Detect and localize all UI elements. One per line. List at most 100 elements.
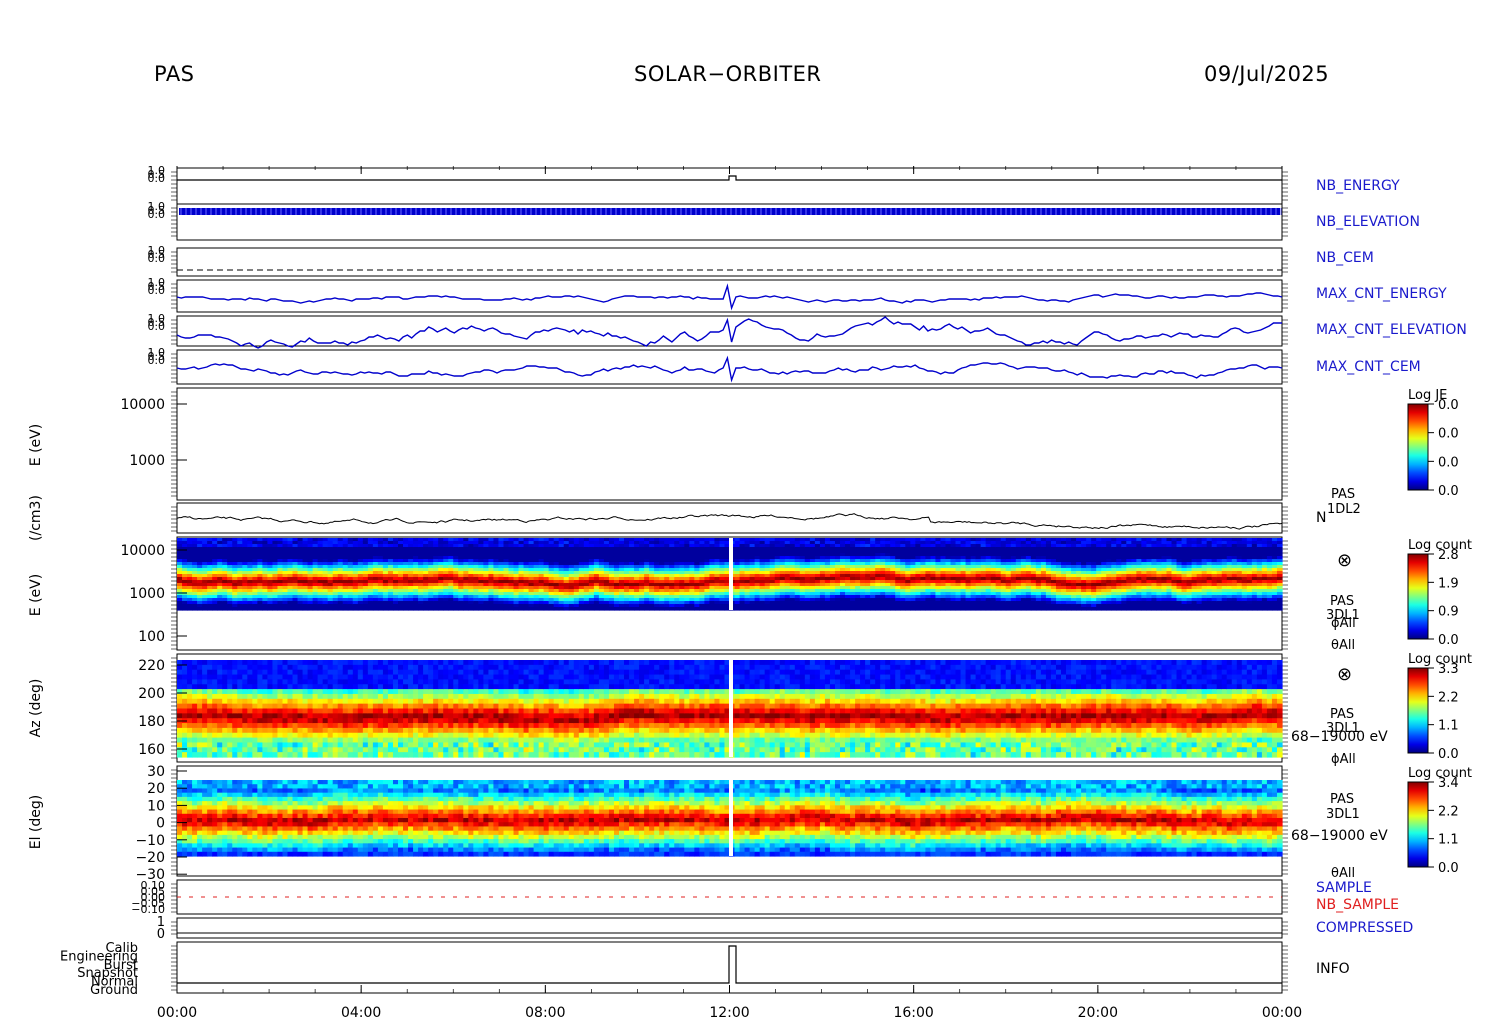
heatmap-3dl1-energy-cell [865,607,871,611]
heatmap-3dl1-energy-cell [377,607,384,611]
heatmap-3dl1-energy-cell [347,607,354,611]
heatmap-3dl1-energy-cell [744,607,751,611]
heatmap-3dl1-energy-cell [875,607,881,611]
heatmap-3dl1-energy-cell [307,607,314,611]
heatmap-3dl1-energy-cell [764,607,771,611]
heatmap-3dl1-energy-cell [272,607,279,611]
heatmap-3dl1-energy-cell [423,607,429,611]
heatmap-3dl1-energy-cell [247,607,253,611]
heatmap-3dl1-energy-cell [478,607,484,611]
x-tick-label: 00:00 [157,1005,197,1020]
summary-plot: 00:00 04:00 08:00 12:00 16:00 20:00 00:00 NB_EN… [28,164,1472,1020]
colorbar-1dl2 [1407,403,1429,491]
heatmap-3dl1-energy-cell [1000,607,1007,611]
heatmap-3dl1-energy-cell [533,607,540,611]
heatmap-3dl1-energy-cell [1025,607,1032,611]
status-y-label: 0.0 [148,284,166,297]
heatmap-3dl1-energy-cell [985,607,992,611]
heatmap-3dl1-energy-cell [237,607,243,611]
heatmap-3dl1-energy-cell [312,607,319,611]
heatmap-3dl1-energy-cell [895,607,901,611]
heatmap-3dl1-energy-cell [619,607,625,611]
heatmap-3dl1-energy-cell [553,607,560,611]
heatmap-3dl1-energy-cell [950,607,957,611]
density-series-label: N [1316,510,1326,526]
heatmap-3dl1-energy-cell [1015,607,1022,611]
y-tick-label: 10000 [120,397,165,413]
heatmap-3dl1-energy-cell [362,607,369,611]
heatmap-3dl1-energy-cell [342,607,349,611]
status-y-label: 0.0 [148,320,166,333]
heatmap-3dl1-energy-cell [197,607,203,611]
heatmap-3dl1-energy-cell [1096,607,1102,611]
heatmap-3dl1-energy-cell [1005,607,1012,611]
heatmap-3dl1-energy-cell [960,607,967,611]
colorbar-1dl2-tick-label: 0.0 [1438,427,1459,442]
heatmap-3dl1-energy-cell [548,607,555,611]
heatmap-3dl1-energy-cell [910,607,916,611]
heatmap-3dl1-energy-cell [202,607,208,611]
heatmap-3dl1-energy-cell [403,607,409,611]
heatmap-3dl1-energy-cell [855,607,861,611]
heatmap-3dl1-energy-cell [372,607,379,611]
heatmap-3dl1-energy-cell [332,607,339,611]
heatmap-3dl1-energy-cell [664,607,670,611]
y-axis-label: E (eV) [28,424,44,466]
status-series-label: NB_ENERGY [1316,178,1400,194]
heatmap-3dl1-energy-cell [498,607,505,611]
heatmap-3dl1-energy-cell [734,607,741,611]
status-y-label: 0.0 [148,252,166,265]
heatmap-3dl1-energy-cell [463,607,469,611]
heatmap-3dl1-energy-cell [824,607,831,611]
status-series-label: MAX_CNT_ENERGY [1316,286,1447,302]
max-cnt-elevation-trace [176,316,1282,349]
heatmap-3dl1-energy-cell [819,607,826,611]
heatmap-3dl1-energy-cell [317,607,324,611]
heatmap-3dl1-energy-cell [684,607,690,611]
heatmap-3dl1-energy-cell [357,607,364,611]
heatmap-3dl1-energy-cell [242,607,248,611]
heatmap-3dl1-energy-cell [649,607,655,611]
heatmap-3dl1-energy-cell [277,607,284,611]
nb-elevation-trace [179,208,1280,215]
heatmap-3dl1-energy-cell [292,607,299,611]
heatmap-3dl1-energy-cell [282,607,289,611]
heatmap-3dl1-energy-cell [252,607,258,611]
heatmap-3dl1-energy-cell [915,607,921,611]
heatmap-3dl1-energy-cell [1061,607,1067,611]
heatmap-3dl1-energy-cell [860,607,866,611]
heatmap-3dl1-energy-cell [352,607,359,611]
density-trace [176,513,1283,530]
heatmap-3dl1-energy-cell [704,607,711,611]
heatmap-3dl1-energy-cell [804,607,811,611]
heatmap-3dl1-energy-cell [262,607,269,611]
heatmap-3dl1-energy-cell [905,607,911,611]
heatmap-3dl1-energy-cell [367,607,374,611]
heatmap-3dl1-energy-cell [1086,607,1092,611]
heatmap-3dl1-energy-cell [644,607,650,611]
heatmap-3dl1-energy-cell [940,607,947,611]
heatmap-3dl1-energy-cell [935,607,942,611]
status-series-label: MAX_CNT_ELEVATION [1316,322,1467,338]
heatmap-3dl1-energy-cell [337,607,344,611]
heatmap-3dl1-energy-cell [558,607,565,611]
heatmap-3dl1-energy-cell [639,607,645,611]
heatmap-3dl1-energy-cell [799,607,806,611]
heatmap-3dl1-energy-cell [834,607,841,611]
heatmap-3dl1-energy-cell [900,607,906,611]
heatmap-3dl1-energy-cell [528,607,535,611]
x-tick-label: 08:00 [525,1005,565,1020]
heatmap-3dl1-energy-cell [995,607,1002,611]
heatmap-3dl1-energy-cell [1010,607,1017,611]
heatmap-3dl1-energy-cell [227,607,233,611]
heatmap-3dl1-energy-cell [679,607,685,611]
heatmap-3dl1-energy-cell [392,607,399,611]
x-tick-label: 04:00 [341,1005,381,1020]
heatmap-3dl1-energy-cell [438,607,444,611]
heatmap-3dl1-energy-cell [212,607,218,611]
heatmap-3dl1-energy-cell [573,607,580,611]
heatmap-3dl1-energy-cell [287,607,294,611]
heatmap-3dl1-energy-cell [719,607,726,611]
heatmap-3dl1-energy-cell [302,607,309,611]
x-tick-label: 16:00 [893,1005,933,1020]
